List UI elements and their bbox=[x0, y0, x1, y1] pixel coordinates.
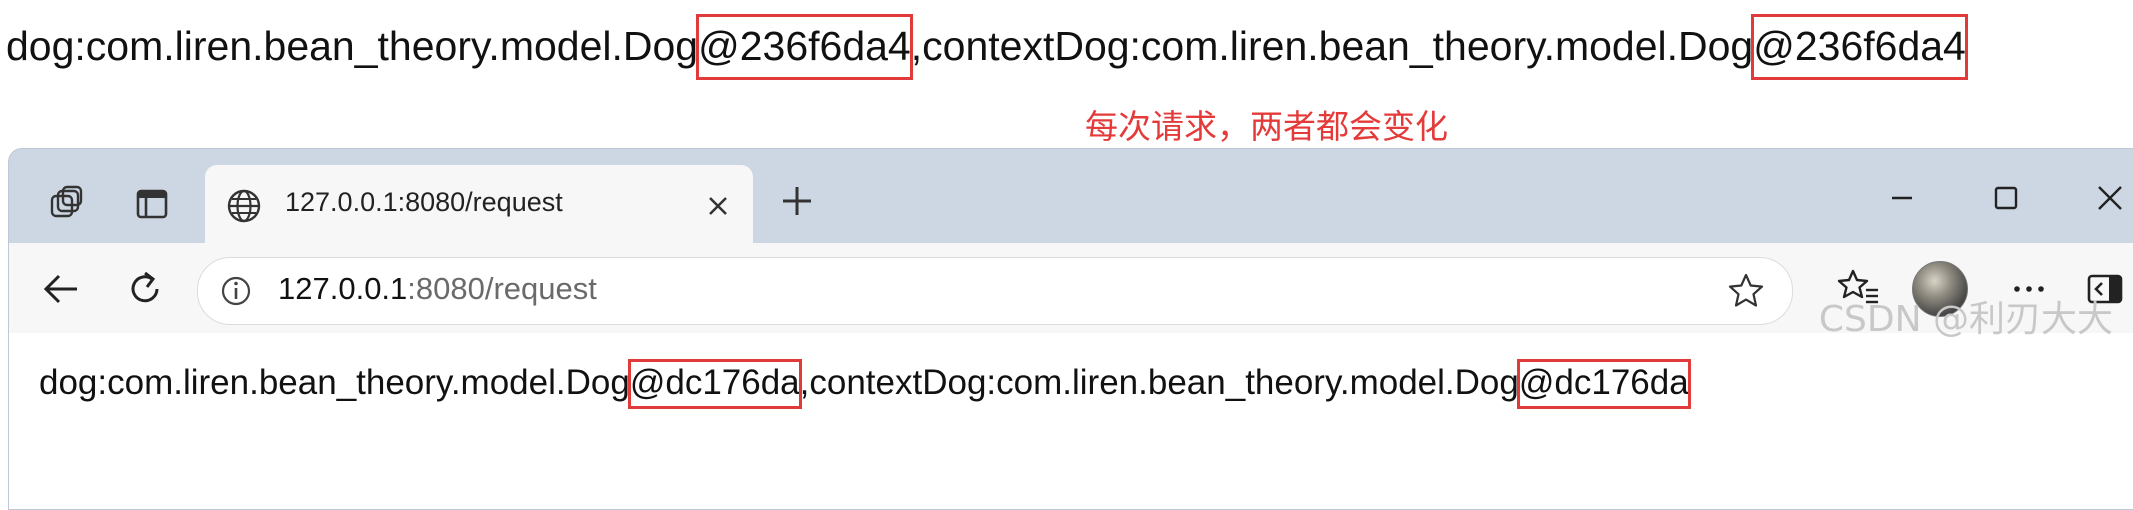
tab-active[interactable]: 127.0.0.1:8080/request bbox=[205, 165, 753, 245]
page-content: dog:com.liren.bean_theory.model.Dog@dc17… bbox=[9, 333, 2133, 509]
workspaces-icon[interactable] bbox=[41, 179, 91, 229]
url-text: 127.0.0.1:8080/request bbox=[278, 271, 597, 307]
star-icon[interactable] bbox=[1726, 271, 1766, 311]
page-output-line: dog:com.liren.bean_theory.model.Dog@dc17… bbox=[39, 359, 1691, 409]
url-path: :8080/request bbox=[407, 271, 597, 306]
console-class-middle: ,contextDog:com.liren.bean_theory.model.… bbox=[910, 23, 1754, 69]
tab-close-icon[interactable] bbox=[703, 191, 733, 221]
console-output-line: dog:com.liren.bean_theory.model.Dog@236f… bbox=[6, 14, 1968, 80]
refresh-icon[interactable] bbox=[119, 263, 171, 315]
console-hash-highlight-1: @236f6da4 bbox=[696, 14, 913, 80]
page-class-middle: ,contextDog:com.liren.bean_theory.model.… bbox=[799, 363, 1519, 402]
browser-toolbar: 127.0.0.1:8080/request bbox=[9, 243, 2133, 333]
page-class-prefix: dog:com.liren.bean_theory.model.Dog bbox=[39, 363, 630, 402]
close-icon[interactable] bbox=[2085, 173, 2133, 223]
watermark: CSDN @利刃大大 bbox=[1818, 299, 2113, 340]
maximize-icon[interactable] bbox=[1981, 173, 2031, 223]
back-arrow-icon[interactable] bbox=[35, 263, 87, 315]
page-hash-highlight-1: @dc176da bbox=[627, 359, 802, 409]
globe-icon bbox=[225, 187, 263, 225]
page-hash-highlight-2: @dc176da bbox=[1516, 359, 1691, 409]
tab-title: 127.0.0.1:8080/request bbox=[285, 187, 563, 217]
address-bar[interactable]: 127.0.0.1:8080/request bbox=[197, 257, 1793, 325]
annotation-note: 每次请求，两者都会变化 bbox=[1085, 107, 1448, 146]
url-host: 127.0.0.1 bbox=[278, 271, 408, 306]
console-hash-highlight-2: @236f6da4 bbox=[1751, 14, 1968, 80]
tab-strip: 127.0.0.1:8080/request bbox=[9, 149, 2133, 245]
info-icon[interactable] bbox=[218, 273, 254, 309]
minimize-icon[interactable] bbox=[1877, 173, 1927, 223]
console-class-prefix: dog:com.liren.bean_theory.model.Dog bbox=[6, 23, 699, 69]
plus-icon[interactable] bbox=[775, 179, 819, 223]
tab-actions-icon[interactable] bbox=[127, 179, 177, 229]
browser-window: 127.0.0.1:8080/request 127.0.0.1:8080/re… bbox=[8, 148, 2133, 510]
